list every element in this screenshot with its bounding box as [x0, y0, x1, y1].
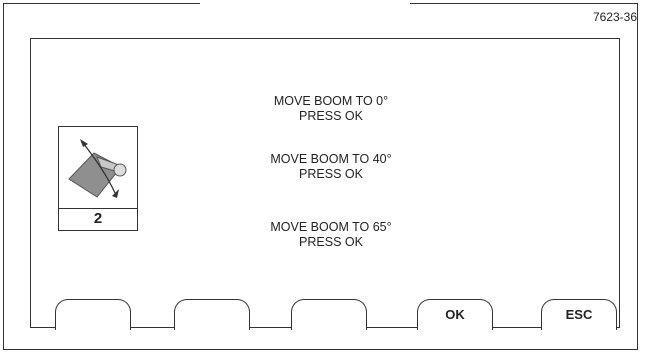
instruction-2-line2: PRESS OK — [299, 167, 363, 181]
instruction-3-line1: MOVE BOOM TO 65° — [270, 220, 392, 234]
boom-angle-icon — [59, 127, 137, 208]
display-screen: 2 MOVE BOOM TO 0° PRESS OK MOVE BOOM TO … — [30, 38, 620, 330]
instruction-3: MOVE BOOM TO 65° PRESS OK — [211, 220, 451, 250]
instruction-2-line1: MOVE BOOM TO 40° — [270, 152, 392, 166]
softkey-1[interactable] — [55, 299, 131, 330]
softkey-2[interactable] — [174, 299, 250, 330]
step-number: 2 — [93, 210, 103, 227]
softkey-3[interactable] — [291, 299, 367, 330]
figure-id: 7623-36 — [592, 10, 637, 24]
instruction-2: MOVE BOOM TO 40° PRESS OK — [211, 152, 451, 182]
top-edge-cutout — [200, 0, 410, 14]
esc-button[interactable]: ESC — [541, 299, 617, 330]
instruction-1: MOVE BOOM TO 0° PRESS OK — [211, 94, 451, 124]
instruction-1-line1: MOVE BOOM TO 0° — [273, 94, 389, 108]
instruction-3-line2: PRESS OK — [299, 235, 363, 249]
step-indicator: 2 — [58, 126, 138, 231]
ok-button[interactable]: OK — [417, 299, 493, 330]
instruction-1-line2: PRESS OK — [299, 109, 363, 123]
step-divider — [59, 208, 137, 209]
